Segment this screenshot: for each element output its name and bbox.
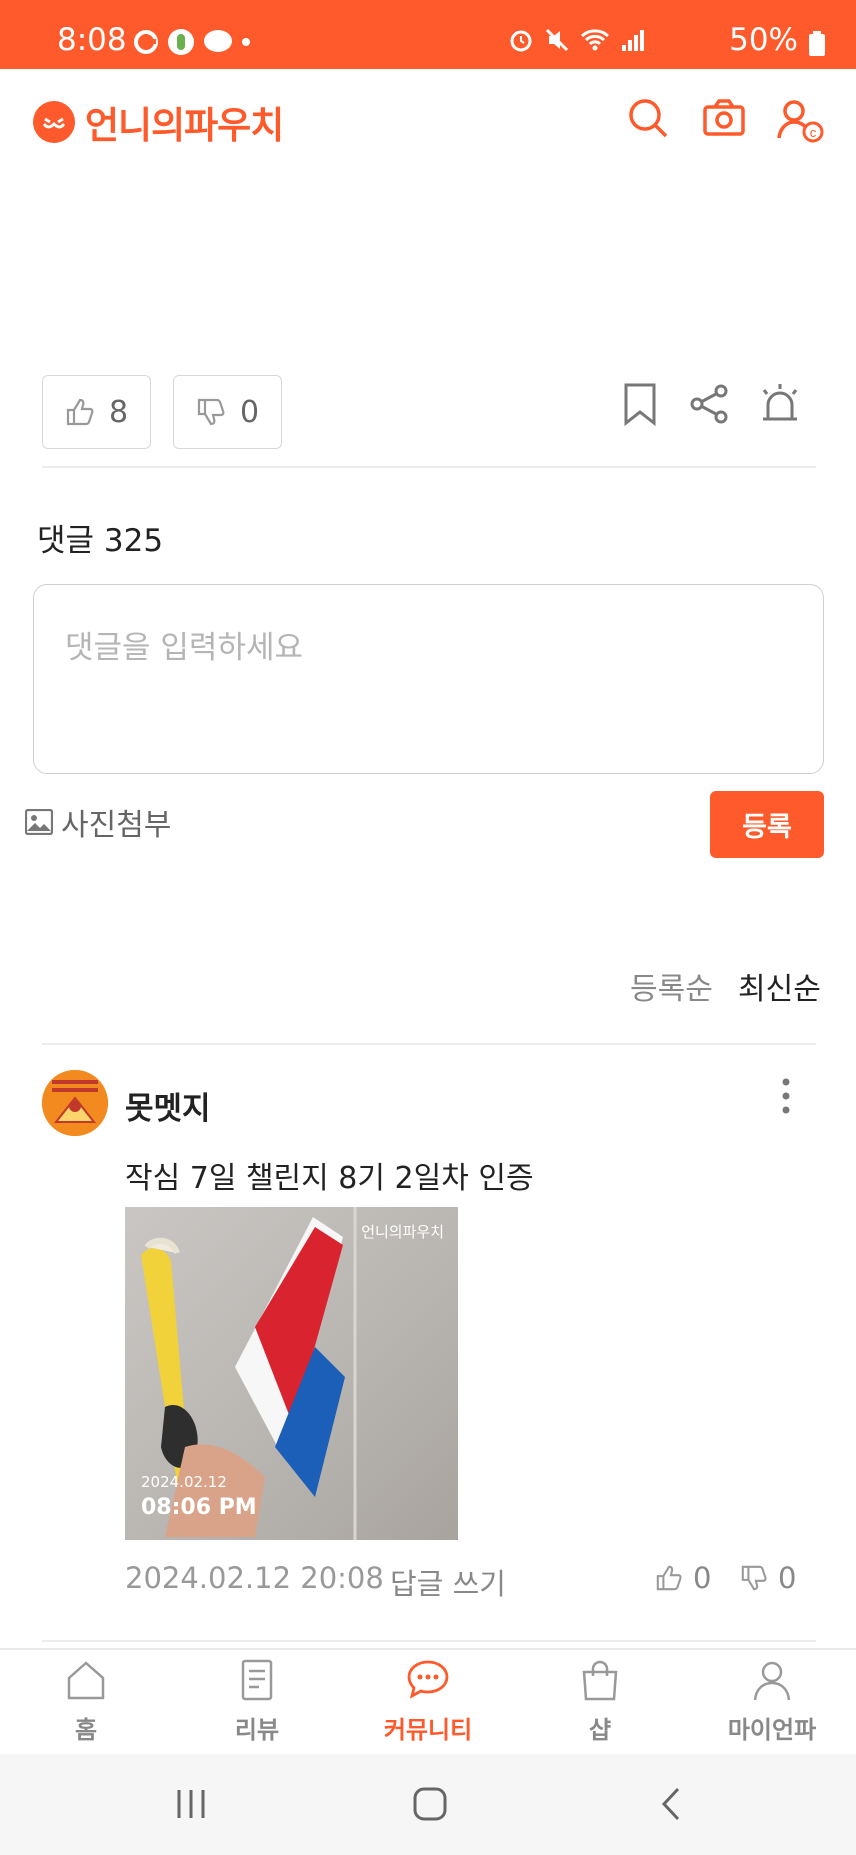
nav-profile[interactable]: 마이언파 [712,1658,832,1745]
recent-apps-icon[interactable] [171,1784,211,1824]
comments-title: 댓글 325 [37,523,164,559]
shop-icon [582,1660,618,1701]
avatar[interactable] [42,1070,108,1136]
nav-shop-label: 샵 [588,1716,612,1744]
comment-dislike-button[interactable]: 0 [740,1561,796,1595]
home-icon [67,1661,105,1700]
comment-author[interactable]: 못멧지 [125,1083,211,1128]
signal-icon [622,30,644,51]
comment-input[interactable] [33,584,824,774]
system-nav-bar [0,1754,856,1855]
community-icon [407,1660,449,1699]
nav-review-label: 리뷰 [234,1716,280,1744]
g-app-icon [134,30,158,54]
comment-like-button[interactable]: 0 [655,1561,711,1595]
mute-icon [545,28,569,52]
thumbs-up-icon [656,1565,682,1591]
thumbs-down-icon [197,398,225,426]
search-icon[interactable] [626,96,670,140]
report-siren-icon[interactable] [758,382,802,426]
comment-divider [42,1640,816,1642]
back-icon[interactable] [652,1784,692,1824]
status-notification-icons [133,28,251,56]
attach-label: 사진첨부 [61,808,172,843]
status-time: 8:08 [57,22,127,58]
dislike-count: 0 [239,394,260,430]
svg-text:c: c [810,125,817,140]
like-count: 8 [108,394,129,430]
more-options-icon[interactable] [775,1076,797,1116]
home-button-icon[interactable] [410,1784,450,1824]
thumbs-down-icon [741,1565,767,1591]
alarm-icon [510,30,532,52]
sort-latest[interactable]: 최신순 [738,964,821,1008]
nav-profile-label: 마이언파 [727,1716,817,1744]
nav-home-label: 홈 [74,1716,98,1744]
talk-app-icon [204,30,232,52]
profile-icon [753,1661,791,1701]
sort-registered[interactable]: 등록순 [630,964,713,1008]
reply-button[interactable]: 답글 쓰기 [390,1561,506,1603]
share-icon[interactable] [688,382,732,426]
submit-comment-button[interactable]: 등록 [710,791,824,858]
bottom-nav: 홈 리뷰 커뮤니티 샵 마이언파 [0,1648,856,1754]
line-app-icon [168,29,194,55]
nav-shop[interactable]: 샵 [540,1658,660,1745]
nav-home[interactable]: 홈 [26,1658,146,1745]
comment-photo[interactable]: 언니의파우치 2024.02.12 08:06 PM [125,1207,458,1540]
comment-dislike-count: 0 [778,1561,797,1595]
photo-date: 2024.02.12 [141,1473,227,1491]
bookmark-icon[interactable] [618,382,662,426]
battery-level: 50% [729,22,798,58]
logo-text: 언니의파우치 [85,104,284,147]
like-button[interactable]: 8 [42,375,151,449]
thumbs-up-icon [66,398,94,426]
comment-text: 작심 7일 챌린지 8기 2일차 인증 [125,1161,534,1196]
status-bar: 8:08 50% [0,0,856,69]
image-icon [25,809,53,835]
sort-divider [42,1043,816,1045]
comment-like-count: 0 [693,1561,712,1595]
photo-time: 08:06 PM [141,1495,257,1520]
comment-date: 2024.02.12 20:08 [125,1561,384,1595]
comment-placeholder: 댓글을 입력하세요 [65,630,304,666]
logo-mark-icon [33,101,75,143]
battery-icon [809,31,825,56]
app-logo[interactable]: 언니의파우치 [33,95,284,149]
wifi-icon [580,29,610,51]
nav-community[interactable]: 커뮤니티 [368,1658,488,1745]
review-icon [241,1659,273,1701]
user-icon[interactable]: c [777,98,825,144]
status-system-icons [508,27,646,53]
dot-icon [242,38,250,46]
nav-community-label: 커뮤니티 [383,1716,473,1744]
photo-watermark: 언니의파우치 [361,1223,444,1241]
attach-photo-button[interactable]: 사진첨부 [25,800,171,844]
camera-icon[interactable] [702,96,746,140]
reaction-divider [42,466,816,468]
nav-review[interactable]: 리뷰 [197,1658,317,1745]
dislike-button[interactable]: 0 [173,375,282,449]
